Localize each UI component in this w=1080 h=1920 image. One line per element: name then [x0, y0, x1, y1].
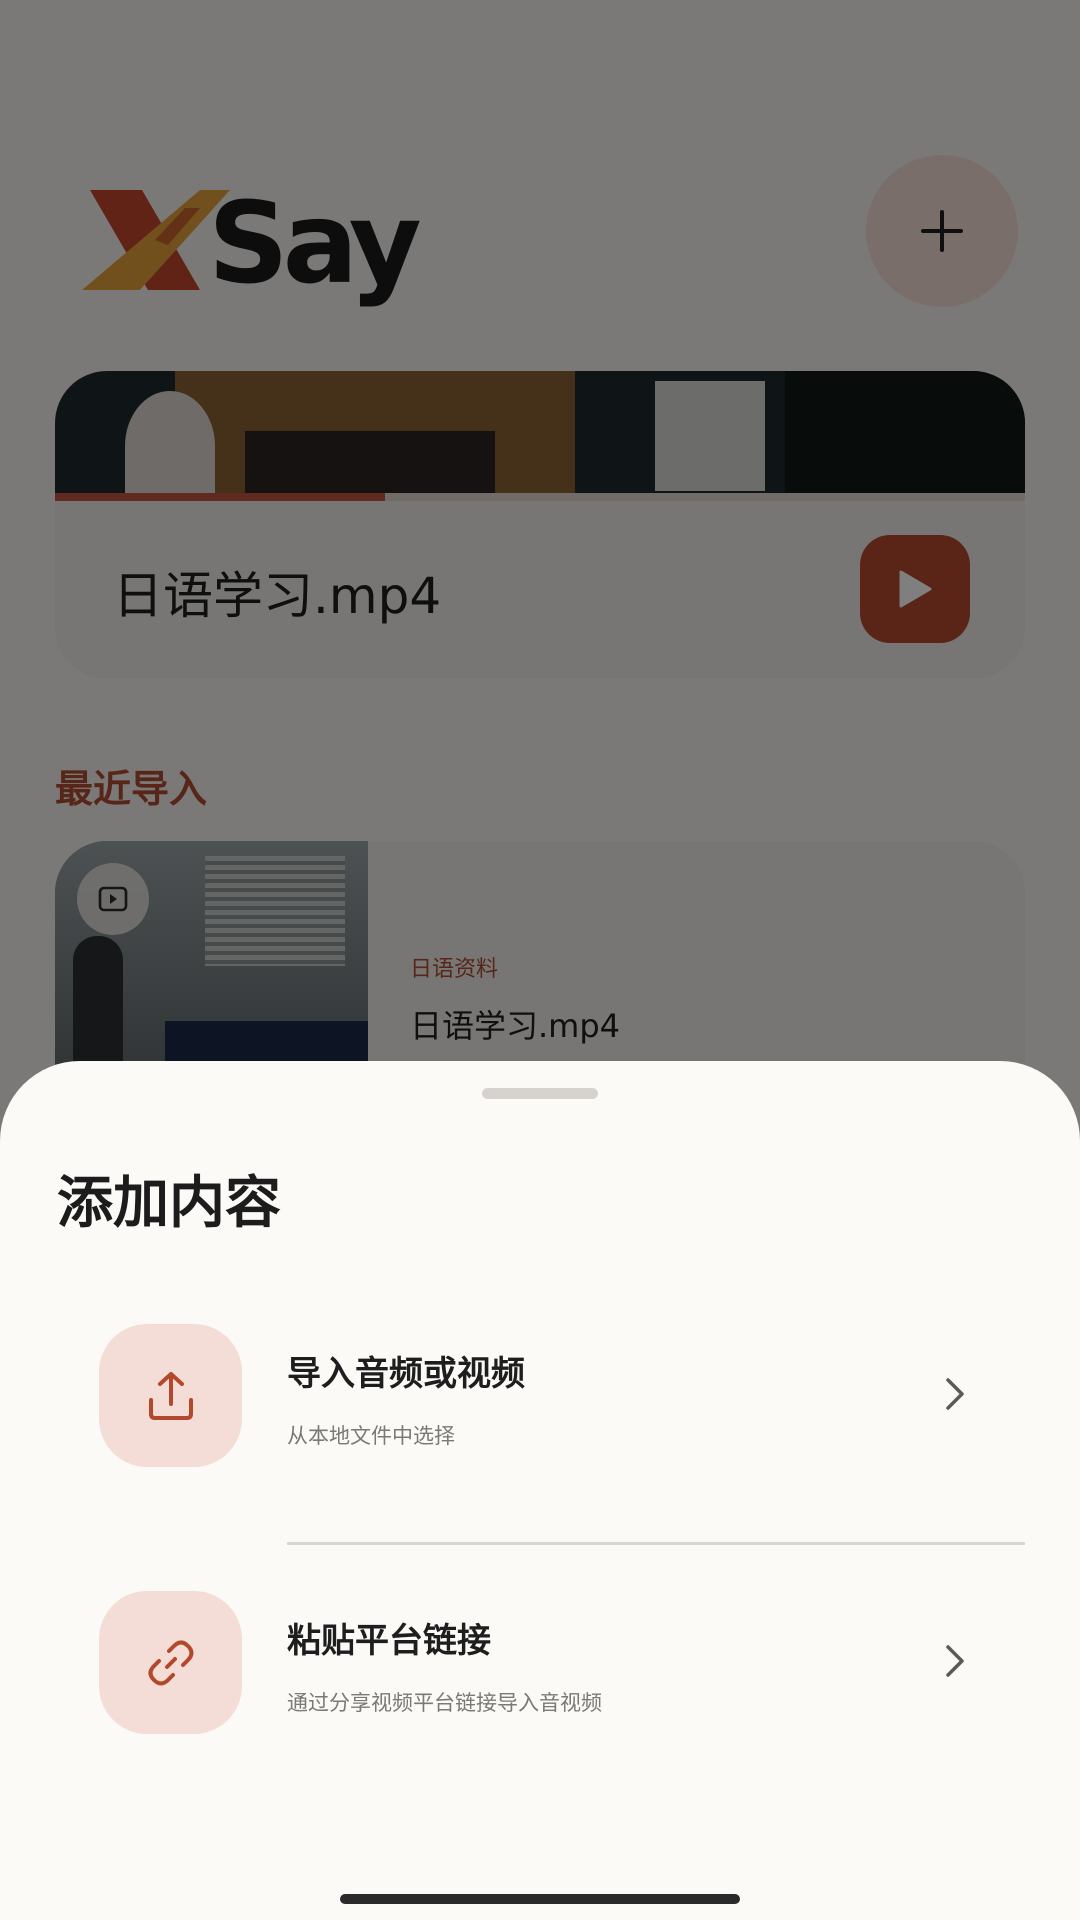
import-media-title: 导入音频或视频: [287, 1354, 525, 1394]
home-indicator[interactable]: [340, 1894, 740, 1904]
sheet-title: 添加内容: [57, 1171, 281, 1236]
paste-link-title: 粘贴平台链接: [287, 1621, 491, 1661]
link-icon: [148, 1640, 193, 1685]
import-media-subtitle: 从本地文件中选择: [287, 1424, 455, 1448]
option-divider: [287, 1542, 1025, 1545]
paste-link-option[interactable]: 粘贴平台链接 通过分享视频平台链接导入音视频: [0, 1591, 1080, 1791]
chevron-right-icon: [940, 1374, 970, 1414]
add-content-sheet: 添加内容 导入音频或视频 从本地文件中选择 粘贴平台链接 通过分享视频平台链接导…: [0, 1061, 1080, 1920]
chevron-right-icon: [940, 1641, 970, 1681]
sheet-drag-handle[interactable]: [482, 1088, 598, 1099]
link-icon-container: [99, 1591, 242, 1734]
upload-icon: [148, 1371, 193, 1420]
upload-icon-container: [99, 1324, 242, 1467]
import-media-option[interactable]: 导入音频或视频 从本地文件中选择: [0, 1324, 1080, 1524]
paste-link-subtitle: 通过分享视频平台链接导入音视频: [287, 1691, 602, 1715]
